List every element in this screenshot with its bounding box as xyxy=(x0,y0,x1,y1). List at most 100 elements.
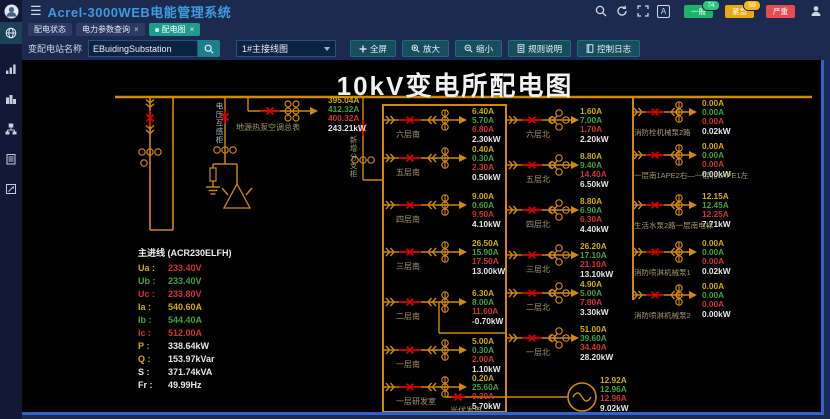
feeder-label: 四层北 xyxy=(526,219,550,230)
feeder-values: 5.00A0.30A2.00A1.10kW xyxy=(472,337,501,374)
language-icon[interactable]: A xyxy=(657,5,670,18)
value-p: 243.21kW xyxy=(328,124,366,133)
fullscreen-icon[interactable] xyxy=(636,5,649,18)
zoom-in-button-label: 放大 xyxy=(423,43,440,55)
mainline-row-label: Q : xyxy=(138,353,168,366)
search-icon[interactable] xyxy=(594,5,607,18)
mainline-row-value: 540.60A xyxy=(168,301,202,314)
sidebar-item-overview[interactable] xyxy=(0,22,22,44)
feeder-label: 消防喷淋机械泵2 xyxy=(634,310,691,321)
feeder-label: 一层南 xyxy=(396,359,420,370)
mainline-row: Ub :233.40V xyxy=(138,275,232,288)
feeder-label: 二层南 xyxy=(396,311,420,322)
toolbar: 变配电站名称 1#主接线图 全屏 放大 缩小 xyxy=(22,37,830,60)
main-incoming-title: 主进线 (ACR230ELFH) xyxy=(138,246,232,259)
mainline-row-label: S : xyxy=(138,366,168,379)
heat-pump-values: 395.04A412.32A400.32A243.21kW xyxy=(328,96,366,133)
chevron-down-icon xyxy=(324,47,330,51)
diagram-select[interactable]: 1#主接线图 xyxy=(236,40,336,57)
feeder-label: 三层北 xyxy=(526,264,550,275)
pv-label: 光伏发电 xyxy=(450,405,482,415)
feeder-label: 三层南 xyxy=(396,261,420,272)
mainline-row-value: 338.64kW xyxy=(168,340,209,353)
mainline-row: Ia :540.60A xyxy=(138,301,232,314)
mainline-row-label: Ia : xyxy=(138,301,168,314)
feeder-values: 51.00A39.60A34.40A28.20kW xyxy=(580,325,613,362)
globe-icon xyxy=(5,27,17,39)
mainline-row-value: 153.97kVar xyxy=(168,353,215,366)
main-incoming-readouts: 主进线 (ACR230ELFH) Ua :233.40VUb :233.40VU… xyxy=(138,246,232,392)
log-icon xyxy=(586,44,594,53)
user-icon[interactable] xyxy=(809,5,822,18)
user-avatar[interactable] xyxy=(0,0,22,22)
mainline-row-label: P : xyxy=(138,340,168,353)
feeder-label: 六层南 xyxy=(396,129,420,140)
fullscreen-button[interactable]: 全屏 xyxy=(350,40,396,57)
alarm-chip-紧急[interactable]: 紧急59 xyxy=(725,5,754,18)
value-p: 3.30kW xyxy=(580,308,609,317)
mainline-row: Fr :49.99Hz xyxy=(138,379,232,392)
app-title: Acrel-3000WEB电能管理系统 xyxy=(48,2,232,21)
tab-配电图[interactable]: 配电图× xyxy=(149,23,201,36)
tab-电力参数查询[interactable]: 电力参数查询× xyxy=(76,23,145,36)
hamburger-menu-icon[interactable]: ☰ xyxy=(30,0,42,22)
mainline-row-label: Ub : xyxy=(138,275,168,288)
sidebar-item-statistics[interactable] xyxy=(0,88,22,110)
feeder-label: 一层研发室 xyxy=(396,396,436,407)
mainline-row: Q :153.97kVar xyxy=(138,353,232,366)
feeder-label: 二层北 xyxy=(526,302,550,313)
value-p: 9.02kW xyxy=(600,404,629,413)
feeder-values: 0.40A0.30A2.30A0.50kW xyxy=(472,145,501,182)
rules-button[interactable]: 规则说明 xyxy=(508,40,571,57)
feeder-values: 6.40A5.70A6.80A2.30kW xyxy=(472,107,501,144)
mainline-row: S :371.74kVA xyxy=(138,366,232,379)
feeder-label: 一层南1APE2右—一层北1APE1左 xyxy=(634,170,748,181)
sidebar-item-devices[interactable] xyxy=(0,118,22,140)
new-branch-label: 新增分支柜 xyxy=(348,136,359,179)
feeder-label: 生活水泵2路一层南电梯 xyxy=(634,220,713,231)
mainline-row-value: 233.80V xyxy=(168,288,202,301)
tab-close-icon[interactable]: × xyxy=(190,23,195,36)
control-log-button[interactable]: 控制日志 xyxy=(577,40,640,57)
value-p: 13.10kW xyxy=(580,270,613,279)
feeder-values: 6.30A8.00A11.60A-0.70kW xyxy=(472,289,503,326)
feeder-values: 26.50A15.90A17.50A13.00kW xyxy=(472,239,505,276)
signal-bars-icon xyxy=(5,63,17,75)
sidebar-item-report[interactable] xyxy=(0,148,22,170)
feeder-label: 五层北 xyxy=(526,174,550,185)
tab-配电状态[interactable]: 配电状态 xyxy=(28,23,72,36)
zoom-in-button[interactable]: 放大 xyxy=(402,40,449,57)
sidebar-item-edit[interactable] xyxy=(0,178,22,200)
mainline-row-value: 371.74kVA xyxy=(168,366,212,379)
station-name-label: 变配电站名称 xyxy=(28,42,82,55)
mainline-row-label: Uc : xyxy=(138,288,168,301)
feeder-values: 26.20A17.10A21.10A13.10kW xyxy=(580,242,613,279)
zoom-out-button[interactable]: 缩小 xyxy=(455,40,502,57)
one-line-diagram-canvas[interactable]: 10kV变电所配电图 主进线 (ACR230ELFH) Ua :233.40VU… xyxy=(22,60,824,415)
value-p: 0.02kW xyxy=(702,267,731,276)
tab-close-icon[interactable]: × xyxy=(134,23,139,36)
zoom-out-icon xyxy=(464,44,473,53)
diagram-select-value: 1#主接线图 xyxy=(242,42,288,55)
value-p: 0.00kW xyxy=(702,310,731,319)
heat-pump-label: 地源热泵空调总表 xyxy=(236,122,300,133)
topbar: ☰ Acrel-3000WEB电能管理系统 A 一般74 紧急59 严重 xyxy=(22,0,830,22)
mainline-row-value: 512.00A xyxy=(168,327,202,340)
alarm-chip-严重[interactable]: 严重 xyxy=(766,5,795,18)
refresh-icon[interactable] xyxy=(615,5,628,18)
station-search-button[interactable] xyxy=(198,40,220,57)
station-name-input[interactable] xyxy=(88,40,198,57)
device-tree-icon xyxy=(5,123,17,135)
value-p: 0.02kW xyxy=(702,127,731,136)
document-icon xyxy=(517,44,525,53)
alarm-chip-一般[interactable]: 一般74 xyxy=(684,5,713,18)
feeder-values: 0.00A0.00A0.00A0.00kW xyxy=(702,282,731,319)
feeder-values: 9.00A0.60A9.50A4.10kW xyxy=(472,192,501,229)
main-area: ☰ Acrel-3000WEB电能管理系统 A 一般74 紧急59 严重 xyxy=(22,0,830,419)
feeder-label: 消防喷淋机械泵1 xyxy=(634,267,691,278)
mainline-row-label: Ic : xyxy=(138,327,168,340)
tab-bar: 配电状态电力参数查询× 配电图× xyxy=(22,22,830,37)
pv-values: 12.92A12.96A12.96A9.02kW xyxy=(600,376,629,413)
control-log-button-label: 控制日志 xyxy=(597,43,631,55)
sidebar-item-realtime[interactable] xyxy=(0,58,22,80)
